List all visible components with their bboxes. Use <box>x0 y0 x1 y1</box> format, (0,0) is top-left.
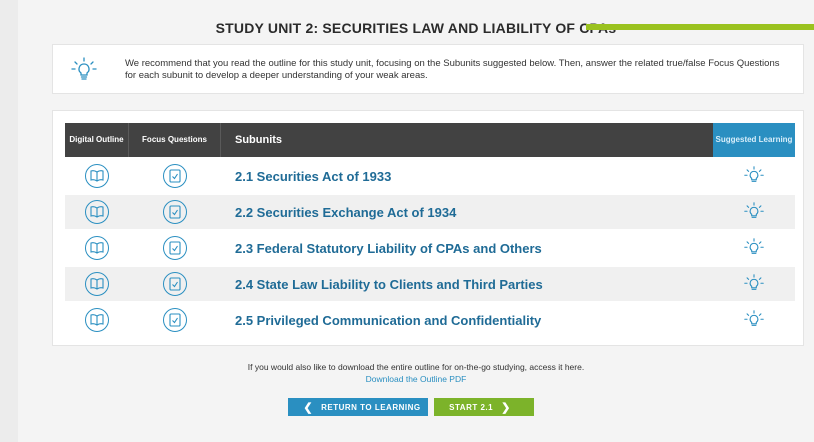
table-header: Digital Outline Focus Questions Subunits… <box>65 123 795 157</box>
title-accent-bar <box>586 24 814 30</box>
lightbulb-icon <box>713 310 795 330</box>
checklist-icon[interactable] <box>163 200 187 224</box>
table-row: 2.5 Privileged Communication and Confide… <box>65 303 795 337</box>
subunits-table: Digital Outline Focus Questions Subunits… <box>52 110 804 346</box>
book-icon[interactable] <box>85 200 109 224</box>
subunit-link[interactable]: 2.1 Securities Act of 1933 <box>221 169 713 184</box>
app-frame: STUDY UNIT 2: SECURITIES LAW AND LIABILI… <box>0 0 814 442</box>
download-prompt: If you would also like to download the e… <box>247 362 585 372</box>
header-subunits: Subunits <box>221 123 713 157</box>
book-icon[interactable] <box>85 164 109 188</box>
book-icon[interactable] <box>85 272 109 296</box>
study-unit-page: STUDY UNIT 2: SECURITIES LAW AND LIABILI… <box>18 0 814 442</box>
book-icon[interactable] <box>85 236 109 260</box>
lightbulb-icon <box>713 238 795 258</box>
lightbulb-icon <box>713 202 795 222</box>
nav-buttons: ❮ RETURN TO LEARNING START 2.1 ❯ <box>288 398 534 416</box>
chevron-right-icon: ❯ <box>501 401 511 414</box>
lightbulb-icon <box>713 166 795 186</box>
checklist-icon[interactable] <box>163 308 187 332</box>
book-icon[interactable] <box>85 308 109 332</box>
checklist-icon[interactable] <box>163 236 187 260</box>
header-digital-outline: Digital Outline <box>65 123 129 157</box>
table-row: 2.1 Securities Act of 1933 <box>65 159 795 193</box>
table-row: 2.3 Federal Statutory Liability of CPAs … <box>65 231 795 265</box>
header-focus-questions: Focus Questions <box>129 123 221 157</box>
return-button-label: RETURN TO LEARNING <box>321 402 421 412</box>
subunit-link[interactable]: 2.3 Federal Statutory Liability of CPAs … <box>221 241 713 256</box>
lightbulb-icon <box>713 274 795 294</box>
subunit-link[interactable]: 2.4 State Law Liability to Clients and T… <box>221 277 713 292</box>
subunit-link[interactable]: 2.5 Privileged Communication and Confide… <box>221 313 713 328</box>
subunit-link[interactable]: 2.2 Securities Exchange Act of 1934 <box>221 205 713 220</box>
return-to-learning-button[interactable]: ❮ RETURN TO LEARNING <box>288 398 428 416</box>
download-outline-link[interactable]: Download the Outline PDF <box>18 374 814 384</box>
recommendation-box: We recommend that you read the outline f… <box>52 44 804 94</box>
table-row: 2.4 State Law Liability to Clients and T… <box>65 267 795 301</box>
checklist-icon[interactable] <box>163 164 187 188</box>
checklist-icon[interactable] <box>163 272 187 296</box>
header-suggested-learning: Suggested Learning <box>713 123 795 157</box>
lightbulb-icon <box>71 57 97 83</box>
start-subunit-button[interactable]: START 2.1 ❯ <box>434 398 534 416</box>
recommendation-text: We recommend that you read the outline f… <box>125 58 780 81</box>
start-button-label: START 2.1 <box>449 402 494 412</box>
chevron-left-icon: ❮ <box>303 401 314 414</box>
table-row: 2.2 Securities Exchange Act of 1934 <box>65 195 795 229</box>
